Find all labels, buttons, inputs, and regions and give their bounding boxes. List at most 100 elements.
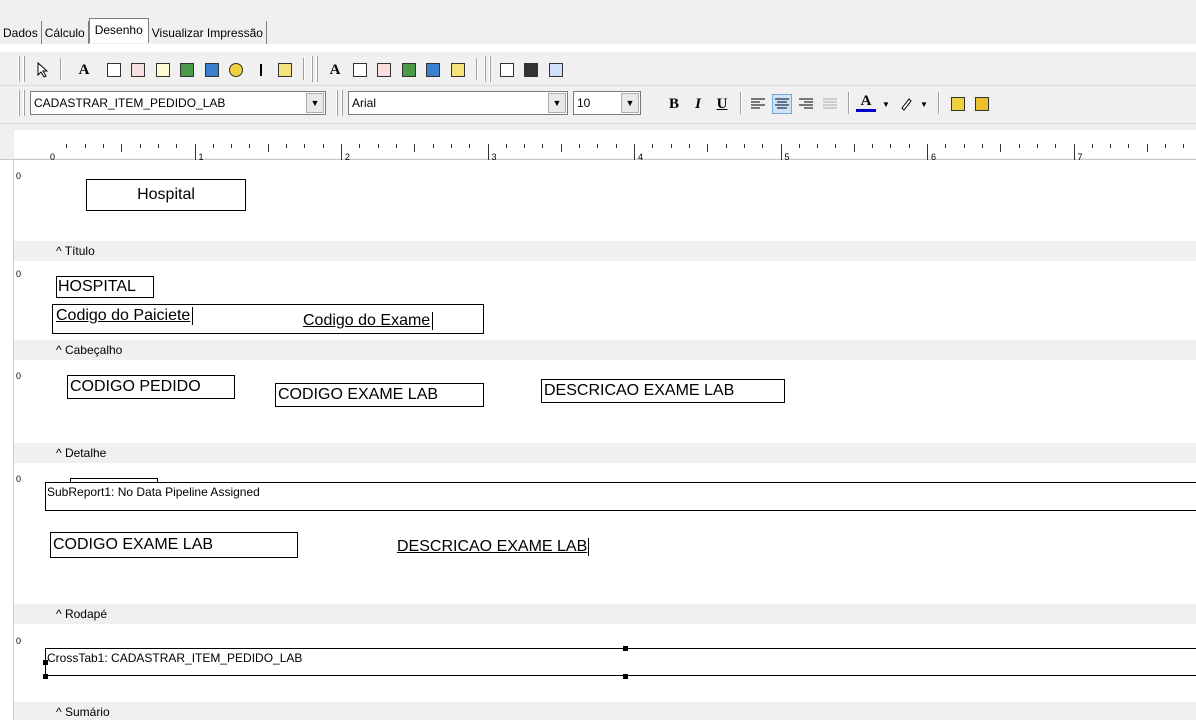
toolbar-grip[interactable] [23, 90, 25, 116]
crosstab-tool-icon[interactable] [546, 60, 566, 80]
codigo-exame-label[interactable]: Codigo do Exame [303, 312, 434, 330]
richtext-tool-icon[interactable] [128, 60, 148, 80]
band-detalhe[interactable]: ^ Detalhe [14, 443, 1196, 463]
ruler-minor-tick [267, 144, 269, 152]
ruler-minor-tick [670, 144, 672, 148]
ruler-minor-tick [725, 144, 727, 148]
band-titulo[interactable]: ^ Título [14, 241, 1196, 261]
descricao-exame-lab-label[interactable]: DESCRICAO EXAME LAB [541, 379, 785, 403]
ruler-minor-tick [322, 144, 324, 148]
chevron-down-icon[interactable]: ▼ [621, 93, 639, 113]
dbmemo-tool-icon[interactable] [350, 60, 370, 80]
region-tool-icon[interactable] [497, 60, 517, 80]
ruler-minor-tick [66, 144, 68, 148]
ruler-minor-tick [432, 144, 434, 148]
ruler-minor-tick [524, 144, 526, 148]
selection-handle[interactable] [43, 674, 48, 679]
band-cabecalho[interactable]: ^ Cabeçalho [14, 340, 1196, 360]
toolbar-grip[interactable] [489, 56, 491, 82]
codigo-exame-lab-footer-label[interactable]: CODIGO EXAME LAB [50, 532, 298, 558]
ruler-minor-tick [121, 144, 123, 152]
line-tool-icon[interactable] [251, 60, 271, 80]
dbimage-tool-icon[interactable] [423, 60, 443, 80]
tab-desenho[interactable]: Desenho [88, 18, 149, 43]
chevron-down-icon[interactable]: ▼ [548, 93, 566, 113]
datasource-combo[interactable]: CADASTRAR_ITEM_PEDIDO_LAB ▼ [30, 91, 326, 115]
font-color-button[interactable]: A [856, 93, 876, 112]
tab-visualizar-impressao[interactable]: Visualizar Impressão [149, 21, 267, 44]
descricao-exame-lab-footer-label[interactable]: DESCRICAO EXAME LAB [397, 538, 590, 556]
ruler-minor-tick [249, 144, 251, 148]
align-center-icon[interactable] [772, 94, 792, 114]
tab-calculo[interactable]: Cálculo [42, 21, 89, 44]
highlight-color-icon[interactable] [896, 94, 916, 114]
align-right-icon[interactable] [796, 94, 816, 114]
barcode-tool-icon[interactable] [275, 60, 295, 80]
label-tool-icon[interactable]: A [74, 60, 94, 80]
toolbar-grip[interactable] [18, 90, 20, 116]
font-size-value: 10 [577, 96, 591, 110]
toolbar-grip[interactable] [484, 56, 486, 82]
select-pointer-icon[interactable] [33, 60, 53, 80]
dbtext-tool-icon[interactable]: A [325, 60, 345, 80]
memo-tool-icon[interactable] [104, 60, 124, 80]
codigo-paciente-label[interactable]: Codigo do Paiciete [56, 307, 194, 325]
toolbar-grip[interactable] [18, 56, 20, 82]
systemvariable-tool-icon[interactable] [153, 60, 173, 80]
selection-handle[interactable] [623, 646, 628, 651]
italic-button[interactable]: I [688, 94, 708, 114]
codigo-exame-lab-label[interactable]: CODIGO EXAME LAB [275, 383, 484, 407]
shape-tool-icon[interactable] [226, 60, 246, 80]
subreport-tool-icon[interactable] [521, 60, 541, 80]
ruler-minor-tick [1036, 144, 1038, 148]
ruler-minor-tick [450, 144, 452, 148]
chevron-down-icon[interactable]: ▼ [876, 94, 896, 114]
toolbar-grip[interactable] [316, 56, 318, 82]
toolbar-separator [848, 92, 850, 114]
ruler-label: 5 [784, 152, 790, 162]
ruler-minor-tick [231, 144, 233, 148]
ruler-minor-tick [542, 144, 544, 148]
selection-handle[interactable] [43, 660, 48, 665]
toolbar-grip[interactable] [23, 56, 25, 82]
align-left-icon[interactable] [748, 94, 768, 114]
toolbar-grip[interactable] [341, 90, 343, 116]
subreport-component[interactable]: SubReport1: No Data Pipeline Assigned [45, 482, 1196, 511]
codigo-pedido-label[interactable]: CODIGO PEDIDO [67, 375, 235, 399]
selection-handle[interactable] [623, 674, 628, 679]
ruler-minor-tick [469, 144, 471, 148]
crosstab-component[interactable]: CrossTab1: CADASTRAR_ITEM_PEDIDO_LAB [45, 648, 1196, 676]
underline-button[interactable]: U [712, 94, 732, 114]
toolbar-grip[interactable] [336, 90, 338, 116]
chevron-down-icon[interactable]: ▼ [914, 94, 934, 114]
dbbarcode-tool-icon[interactable] [448, 60, 468, 80]
align-justify-icon[interactable] [820, 94, 840, 114]
ruler-minor-tick [908, 144, 910, 148]
vertical-ruler [0, 160, 14, 720]
dbcalc-tool-icon[interactable] [399, 60, 419, 80]
format-toolbar: CADASTRAR_ITEM_PEDIDO_LAB ▼ Arial ▼ 10 ▼… [0, 86, 1196, 124]
font-size-combo[interactable]: 10 ▼ [573, 91, 641, 115]
toolbar-grip[interactable] [311, 56, 313, 82]
image-tool-icon[interactable] [202, 60, 222, 80]
ruler-label: 3 [491, 152, 497, 162]
band-rodape[interactable]: ^ Rodapé [14, 604, 1196, 624]
hospital-title-label[interactable]: Hospital [86, 179, 246, 211]
band-sumario[interactable]: ^ Sumário [14, 702, 1196, 720]
bring-to-front-icon[interactable] [948, 94, 968, 114]
font-combo[interactable]: Arial ▼ [348, 91, 568, 115]
chevron-down-icon[interactable]: ▼ [306, 93, 324, 113]
variable-tool-icon[interactable] [177, 60, 197, 80]
ruler-minor-tick [1183, 144, 1185, 148]
bold-button[interactable]: B [664, 94, 684, 114]
dbrichtext-tool-icon[interactable] [374, 60, 394, 80]
ruler-minor-tick [835, 144, 837, 148]
ruler-minor-tick [597, 144, 599, 148]
ruler-major-tick [780, 144, 782, 160]
tab-dados[interactable]: Dados [0, 21, 42, 44]
ruler-minor-tick [1018, 144, 1020, 148]
hospital-caps-label[interactable]: HOSPITAL [56, 276, 154, 298]
font-value: Arial [352, 96, 377, 110]
send-to-back-icon[interactable] [972, 94, 992, 114]
ruler-minor-tick [579, 144, 581, 148]
